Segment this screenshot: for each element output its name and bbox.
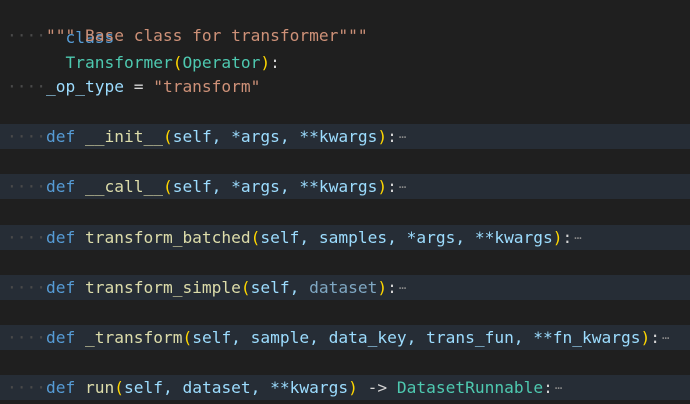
- class-name: Transformer: [65, 53, 173, 72]
- paren-close: ): [377, 177, 388, 196]
- code-line-docstring[interactable]: ····""" Base class for transformer""": [0, 23, 690, 48]
- colon: :: [387, 177, 397, 196]
- code-line-class-def[interactable]: class Transformer(Operator):: [0, 0, 690, 72]
- colon: :: [543, 378, 553, 397]
- indent-dots: ····: [7, 228, 46, 247]
- keyword-def: def: [45, 328, 76, 347]
- colon: :: [562, 228, 573, 247]
- function-name: __init__: [84, 127, 163, 146]
- code-editor[interactable]: class Transformer(Operator): ····""" Bas…: [0, 0, 690, 404]
- code-line-run-def[interactable]: ····def run(self, dataset, **kwargs) -> …: [0, 375, 690, 400]
- function-name: run: [84, 378, 115, 397]
- return-arrow: ->: [357, 378, 397, 397]
- indent-dots: ····: [7, 177, 46, 196]
- code-line-transform-simple-def[interactable]: ····def transform_simple(self, dataset):…: [0, 275, 690, 300]
- colon: :: [270, 53, 280, 72]
- indent-dots: ····: [7, 77, 46, 96]
- function-name: transform_batched: [84, 228, 251, 247]
- indent-dots: ····: [7, 127, 46, 146]
- paren-open: (: [162, 127, 173, 146]
- keyword-def: def: [45, 177, 76, 196]
- parameters: self, *args, **kwargs: [172, 127, 378, 146]
- variable-name: _op_type: [45, 77, 124, 96]
- parameters: self, *args, **kwargs: [172, 177, 378, 196]
- keyword-def: def: [45, 378, 76, 397]
- paren-close: ): [377, 278, 388, 297]
- colon: :: [650, 328, 661, 347]
- colon: :: [387, 127, 397, 146]
- paren-open: (: [162, 177, 173, 196]
- colon: :: [387, 278, 397, 297]
- code-line-call-def[interactable]: ····def __call__(self, *args, **kwargs):…: [0, 174, 690, 199]
- indent-dots: ····: [7, 378, 46, 397]
- assign-operator: =: [123, 77, 154, 96]
- paren-close: ): [377, 127, 388, 146]
- indent-dots: ····: [7, 278, 46, 297]
- paren-close: ): [348, 378, 358, 397]
- keyword-def: def: [45, 228, 76, 247]
- folded-ellipsis-icon[interactable]: ⋯: [555, 376, 562, 401]
- paren-open: (: [114, 378, 124, 397]
- folded-ellipsis-icon[interactable]: ⋯: [399, 175, 406, 200]
- paren-open: (: [172, 53, 183, 72]
- code-line-private-transform-def[interactable]: ····def _transform(self, sample, data_ke…: [0, 325, 690, 350]
- docstring: """ Base class for transformer""": [45, 26, 368, 45]
- folded-ellipsis-icon[interactable]: ⋯: [662, 326, 669, 351]
- function-name: _transform: [84, 328, 183, 347]
- parameters: self, samples, *args, **kwargs: [260, 228, 553, 247]
- function-name: __call__: [84, 177, 163, 196]
- paren-close: ): [640, 328, 651, 347]
- code-line-init-def[interactable]: ····def __init__(self, *args, **kwargs):…: [0, 124, 690, 149]
- folded-ellipsis-icon[interactable]: ⋯: [399, 276, 406, 301]
- paren-open: (: [182, 328, 193, 347]
- parameters: self, dataset, **kwargs: [123, 378, 349, 397]
- string-literal: "transform": [153, 77, 261, 96]
- paren-close: ): [552, 228, 563, 247]
- indent-dots: ····: [7, 26, 46, 45]
- parameter-self: self,: [250, 278, 310, 297]
- code-line-transform-batched-def[interactable]: ····def transform_batched(self, samples,…: [0, 225, 690, 250]
- paren-close: ): [260, 53, 271, 72]
- keyword-def: def: [45, 127, 76, 146]
- function-name: transform_simple: [84, 278, 241, 297]
- paren-open: (: [250, 228, 261, 247]
- base-class-name: Operator: [182, 53, 261, 72]
- return-type: DatasetRunnable: [396, 378, 544, 397]
- parameter-unused: dataset: [309, 278, 378, 297]
- parameters: self, sample, data_key, trans_fun, **fn_…: [192, 328, 641, 347]
- indent-dots: ····: [7, 328, 46, 347]
- folded-ellipsis-icon[interactable]: ⋯: [399, 125, 406, 150]
- paren-open: (: [240, 278, 251, 297]
- keyword-def: def: [45, 278, 76, 297]
- folded-ellipsis-icon[interactable]: ⋯: [574, 226, 581, 251]
- code-line-op-type[interactable]: ····_op_type = "transform": [0, 74, 690, 99]
